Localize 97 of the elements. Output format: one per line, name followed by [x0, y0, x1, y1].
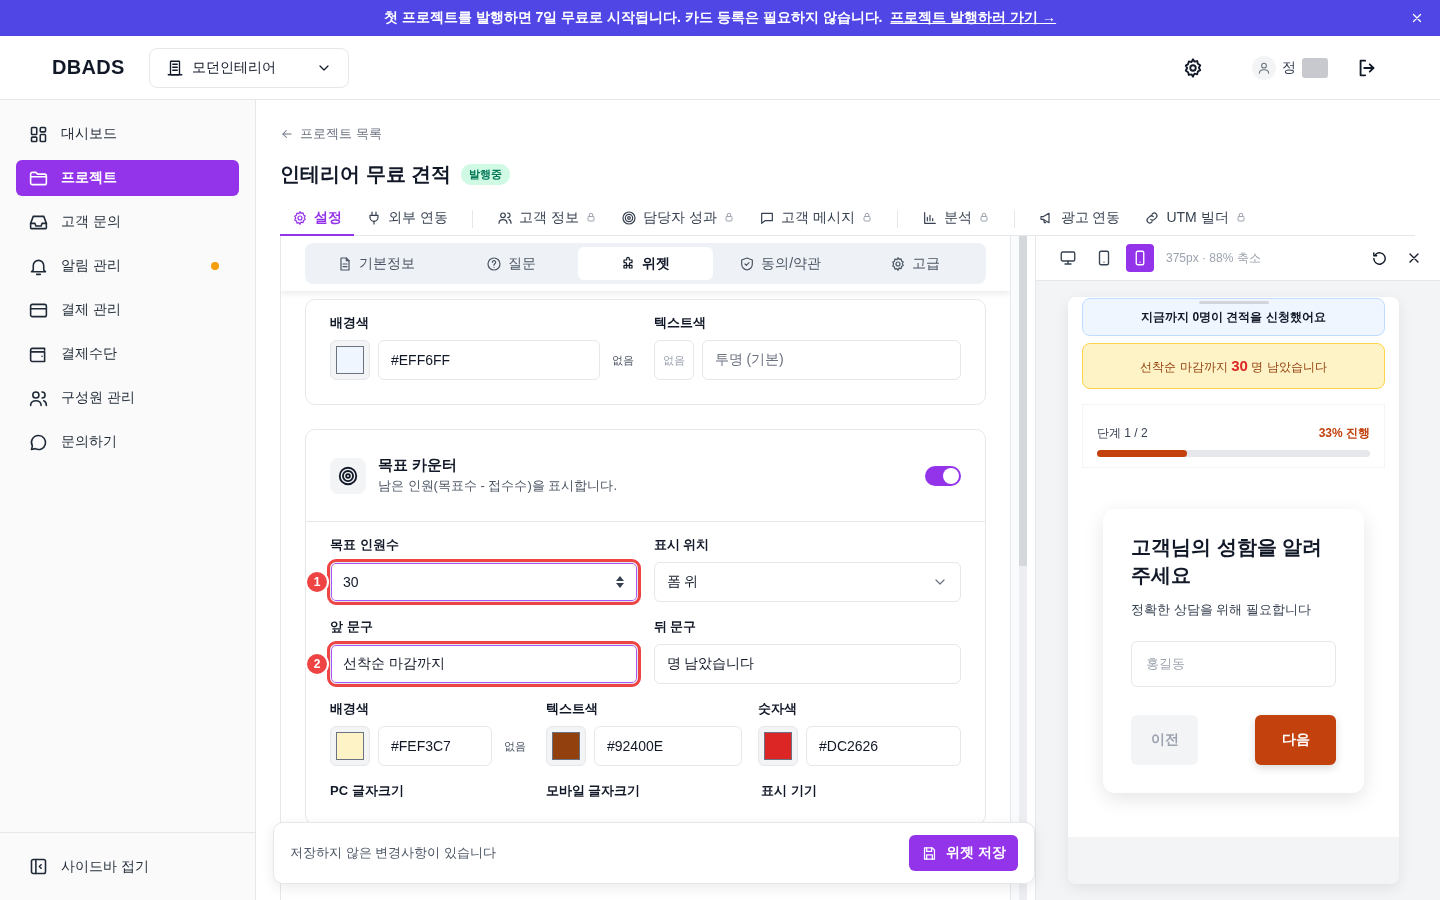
callout-number: 1 — [305, 570, 329, 594]
plug-icon — [366, 210, 382, 226]
monitor-icon — [1059, 249, 1077, 267]
banner-link[interactable]: 프로젝트 발행하러 가기 → — [890, 9, 1057, 27]
number-field[interactable]: 30 — [330, 562, 638, 602]
settings-button[interactable] — [1182, 56, 1204, 79]
clear-color-button[interactable]: 없음 — [607, 352, 638, 368]
field-label: 목표 인원수 — [330, 536, 400, 554]
device-button[interactable] — [1126, 244, 1154, 272]
logo: DBADS — [52, 56, 125, 79]
field-label: 표시 기기 — [761, 782, 818, 800]
sub-tab[interactable]: 질문 — [443, 247, 579, 280]
refresh-button[interactable] — [1371, 249, 1388, 267]
question-title: 고객님의 성함을 알려주세요 — [1131, 535, 1324, 588]
sidebar-item[interactable]: 고객 문의 — [16, 204, 239, 240]
color-input[interactable]: 투명 (기본) — [701, 340, 961, 380]
color-input[interactable]: #EFF6FF — [378, 340, 600, 380]
save-widget-button[interactable]: 위젯 저장 — [909, 835, 1018, 871]
sub-tab[interactable]: 위젯 — [578, 247, 713, 280]
question-subtitle: 정확한 상담을 위해 필요합니다 — [1131, 601, 1312, 619]
back-arrow-icon — [280, 127, 294, 141]
message-icon — [758, 210, 775, 226]
color-swatch[interactable] — [758, 726, 798, 766]
user-name: 정 — [1282, 58, 1296, 77]
tab[interactable]: 분석 — [909, 202, 1002, 236]
back-link[interactable]: 프로젝트 목록 — [280, 124, 382, 144]
color-swatch[interactable] — [546, 726, 586, 766]
step-label: 단계 1 / 2 — [1097, 425, 1148, 442]
unsaved-message: 저장하지 않은 변경사항이 있습니다 — [290, 844, 496, 862]
field-label: 배경색 — [330, 700, 370, 718]
bar-chart-icon — [921, 210, 938, 226]
progress-text: 33% 진행 — [1318, 425, 1370, 442]
shield-icon — [739, 255, 756, 272]
tab[interactable]: UTM 빌더 — [1132, 202, 1259, 236]
color-input[interactable]: #92400E — [594, 726, 742, 766]
field-label: 배경색 — [330, 314, 370, 332]
redacted-block — [1302, 57, 1328, 78]
clear-color-button[interactable]: 없음 — [500, 738, 530, 754]
refresh-icon — [1371, 249, 1388, 267]
sidebar-item[interactable]: 결제수단 — [16, 336, 239, 372]
field-label: 표시 위치 — [653, 536, 711, 554]
toggle-switch[interactable] — [925, 465, 961, 486]
spinner-arrows-icon — [614, 575, 625, 589]
color-input[interactable]: #FEF3C7 — [378, 726, 492, 766]
tab[interactable]: 고객 메시지 — [746, 202, 885, 236]
callout-number: 2 — [305, 652, 329, 676]
tab[interactable]: 광고 연동 — [1026, 202, 1133, 236]
sidebar-item[interactable]: 프로젝트 — [16, 160, 239, 196]
settings-icon — [889, 255, 906, 272]
sidebar-item[interactable]: 대시보드 — [16, 116, 239, 152]
input-field[interactable]: 명 남았습니다 — [653, 644, 961, 684]
counter-banner: 지금까지 0명이 견적을 신청했어요 — [1082, 298, 1385, 336]
sidebar-item[interactable]: 구성원 관리 — [16, 380, 239, 416]
scrollbar[interactable] — [1019, 236, 1027, 900]
color-input[interactable]: #DC2626 — [806, 726, 961, 766]
countdown-banner: 선착순 마감까지 30 명 남았습니다 — [1082, 343, 1385, 389]
sidebar-collapse-icon — [28, 856, 49, 877]
tab[interactable]: 외부 연동 — [354, 202, 460, 236]
settings-icon — [1182, 56, 1204, 79]
workspace-select[interactable]: 모던인테리어 — [148, 47, 349, 88]
question-icon — [485, 255, 502, 272]
field-label: PC 글자크기 — [330, 782, 405, 800]
field-label: 숫자색 — [758, 700, 798, 718]
field-label: 모바일 글자크기 — [545, 782, 642, 800]
banner-message: 첫 프로젝트를 발행하면 7일 무료로 시작됩니다. 카드 등록은 필요하지 않습니다. — [383, 9, 883, 27]
link-icon — [1144, 210, 1161, 226]
building-icon — [165, 58, 184, 77]
tab[interactable]: 고객 정보 — [484, 202, 609, 236]
target-icon — [337, 464, 359, 487]
color-swatch[interactable] — [330, 340, 370, 380]
input-field[interactable]: 선착순 마감까지 — [330, 644, 638, 684]
sidebar-item[interactable]: 알림 관리 — [16, 248, 239, 284]
next-button[interactable]: 다음 — [1255, 715, 1336, 765]
sub-tab[interactable]: 기본정보 — [309, 247, 444, 280]
page-title: 인테리어 무료 견적 — [280, 161, 452, 187]
users-icon — [496, 210, 513, 226]
field-label: 텍스트색 — [546, 700, 599, 718]
field-label: 앞 문구 — [330, 618, 374, 636]
user-icon — [1257, 60, 1271, 75]
card-title: 목표 카운터 — [378, 456, 459, 475]
settings-icon — [292, 210, 308, 226]
select-field[interactable]: 폼 위 — [653, 562, 961, 602]
sidebar-item[interactable]: 결제 관리 — [16, 292, 239, 328]
target-icon — [620, 210, 637, 226]
sub-tab[interactable]: 동의/약관 — [712, 247, 848, 280]
color-swatch[interactable] — [330, 726, 370, 766]
sub-tab[interactable]: 고급 — [847, 247, 982, 280]
status-badge: 발행중 — [461, 163, 511, 185]
preview-size-info: 375px · 88% 축소 — [1166, 249, 1262, 267]
tab[interactable]: 담당자 성과 — [608, 202, 747, 236]
field-label: 뒤 문구 — [653, 618, 698, 636]
field-label: 텍스트색 — [653, 314, 707, 332]
collapse-sidebar-button[interactable]: 사이드바 접기 — [16, 848, 239, 885]
sidebar-item[interactable]: 문의하기 — [16, 424, 239, 460]
close-button[interactable] — [1410, 11, 1424, 25]
card-description: 남은 인원(목표수 - 접수수)을 표시합니다. — [378, 477, 619, 495]
close-icon — [1410, 11, 1424, 25]
